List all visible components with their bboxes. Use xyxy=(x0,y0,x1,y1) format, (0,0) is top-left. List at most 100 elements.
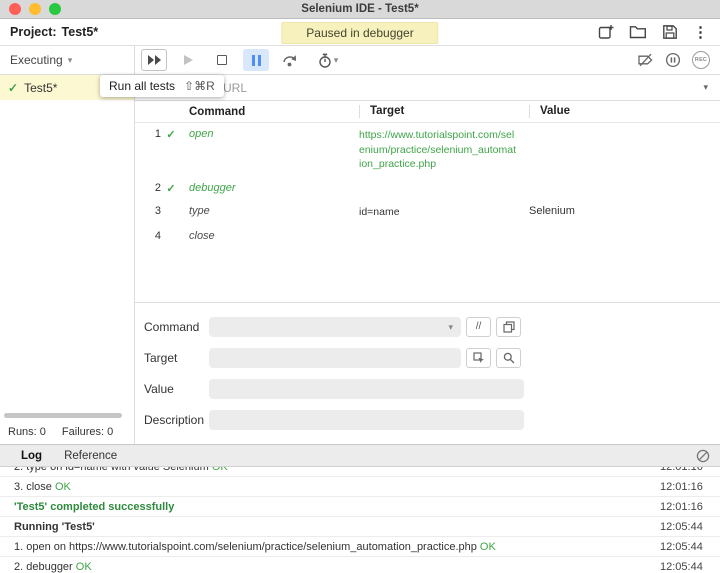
playback-toolbar: ▾ REC xyxy=(135,46,720,75)
value-field-label: Value xyxy=(144,381,174,396)
header-actions: ⋮ xyxy=(598,24,720,40)
row-executed-check-icon: ✓ xyxy=(166,183,176,196)
stop-button[interactable] xyxy=(209,49,235,71)
horizontal-scrollbar[interactable] xyxy=(4,413,122,418)
commands-table: Command Target Value 1 ✓ open https://ww… xyxy=(135,101,720,303)
description-input[interactable] xyxy=(209,409,524,430)
target-input[interactable] xyxy=(209,347,461,368)
log-ok: OK xyxy=(72,560,92,573)
log-text: 3. close xyxy=(14,480,52,493)
project-title: Project: Test5* xyxy=(0,25,98,39)
project-label: Project: xyxy=(10,25,57,39)
command-select[interactable]: ▾ xyxy=(209,316,461,337)
save-project-button[interactable] xyxy=(662,24,678,40)
log-entry: Running 'Test5' xyxy=(0,521,660,533)
windows-icon xyxy=(502,320,515,333)
log-entry: 'Test5' completed successfully xyxy=(0,501,660,513)
pause-on-exceptions-button[interactable] xyxy=(665,52,681,68)
log-panel: Log Reference 2. type on id=name with va… xyxy=(0,444,720,573)
log-row: Running 'Test5' 12:05:44 xyxy=(0,517,720,537)
row-value: Selenium xyxy=(529,205,575,218)
pause-button[interactable] xyxy=(243,49,269,71)
xpath-toggle-button[interactable]: // xyxy=(466,316,491,337)
row-number: 4 xyxy=(154,229,161,242)
log-entry: 2. debugger OK xyxy=(0,561,660,573)
row-command: type xyxy=(189,205,210,218)
table-row[interactable]: 1 ✓ open https://www.tutorialspoint.com/… xyxy=(135,123,720,177)
new-test-button[interactable] xyxy=(598,24,614,40)
project-name: Test5* xyxy=(61,25,99,39)
runs-count: Runs: 0 xyxy=(8,426,46,438)
log-row: 2. type on id=name with value Selenium O… xyxy=(0,467,720,477)
log-text: 'Test5' completed successfully xyxy=(14,500,175,513)
minimize-window-button[interactable] xyxy=(29,3,41,15)
close-window-button[interactable] xyxy=(9,3,21,15)
log-ok: OK xyxy=(51,480,71,493)
run-all-icon xyxy=(147,54,162,66)
zoom-window-button[interactable] xyxy=(49,3,61,15)
tooltip-label: Run all tests xyxy=(109,79,176,93)
chevron-down-icon: ▾ xyxy=(67,54,73,65)
chevron-down-icon: ▾ xyxy=(448,321,453,332)
url-history-chevron-down-icon[interactable]: ▾ xyxy=(703,82,708,93)
play-icon xyxy=(183,54,194,66)
more-menu-button[interactable]: ⋮ xyxy=(693,25,708,40)
description-field-label: Description xyxy=(144,412,205,427)
disable-breakpoints-button[interactable] xyxy=(637,53,654,67)
log-row: 3. close OK 12:01:16 xyxy=(0,477,720,497)
open-project-button[interactable] xyxy=(629,25,647,39)
failures-count: Failures: 0 xyxy=(61,426,114,438)
folder-icon xyxy=(629,25,647,39)
column-header-value: Value xyxy=(529,105,720,118)
row-number: 3 xyxy=(154,205,161,218)
tab-reference[interactable]: Reference xyxy=(53,450,128,462)
paused-in-debugger-badge: Paused in debugger xyxy=(281,22,439,44)
row-command: debugger xyxy=(189,182,236,195)
table-row[interactable]: 4 close xyxy=(135,225,720,247)
log-text: 2. type on id=name with value Selenium xyxy=(14,467,209,473)
table-row[interactable]: 3 type id=name Selenium xyxy=(135,200,720,225)
step-over-button[interactable] xyxy=(277,49,303,71)
run-all-tests-tooltip: Run all tests ⇧⌘R xyxy=(100,75,224,97)
new-file-icon xyxy=(598,24,614,40)
tests-sidebar: Executing ▾ ✓ Test5* Runs: 0 Failures: 0 xyxy=(0,46,135,444)
test-passed-check-icon: ✓ xyxy=(8,80,19,95)
run-all-tests-button[interactable] xyxy=(141,49,167,71)
project-header: Project: Test5* Paused in debugger ⋮ xyxy=(0,19,720,46)
run-stats: Runs: 0 Failures: 0 xyxy=(8,426,113,438)
record-button[interactable]: REC xyxy=(692,51,710,69)
tab-log[interactable]: Log xyxy=(10,450,53,462)
value-field-row: Value xyxy=(144,378,720,399)
select-target-button[interactable] xyxy=(466,347,491,368)
log-row: 'Test5' completed successfully 12:01:16 xyxy=(0,497,720,517)
main-area: Executing ▾ ✓ Test5* Runs: 0 Failures: 0 xyxy=(0,46,720,444)
table-row[interactable]: 2 ✓ debugger xyxy=(135,177,720,200)
pause-on-exceptions-icon xyxy=(665,52,681,68)
open-reference-button[interactable] xyxy=(496,316,521,337)
test-speed-button[interactable]: ▾ xyxy=(311,49,345,71)
log-time: 12:01:16 xyxy=(660,500,703,513)
value-input[interactable] xyxy=(209,378,524,399)
clear-log-button[interactable] xyxy=(696,449,710,463)
command-field-row: Command ▾ // xyxy=(144,316,720,337)
rec-label: REC xyxy=(694,57,708,63)
row-executed-check-icon: ✓ xyxy=(166,129,176,141)
log-text: 1. open on https://www.tutorialspoint.co… xyxy=(14,540,477,553)
log-panel-tabs: Log Reference xyxy=(0,445,720,467)
log-row: 2. debugger OK 12:05:44 xyxy=(0,557,720,573)
command-field-label: Command xyxy=(144,319,200,334)
row-number: 2 xyxy=(154,182,161,195)
log-body: 2. type on id=name with value Selenium O… xyxy=(0,467,720,573)
row-target: https://www.tutorialspoint.com/selenium/… xyxy=(359,129,516,171)
log-entry: 1. open on https://www.tutorialspoint.co… xyxy=(0,541,660,553)
select-target-icon xyxy=(472,351,485,364)
target-field-row: Target xyxy=(144,347,720,368)
target-field-label: Target xyxy=(144,350,178,365)
run-current-test-button[interactable] xyxy=(175,49,201,71)
column-header-target: Target xyxy=(359,105,529,118)
tests-filter-dropdown[interactable]: Executing ▾ xyxy=(0,46,134,75)
toolbar-right-actions: REC xyxy=(637,51,720,69)
selenium-ide-window: Selenium IDE - Test5* Project: Test5* Pa… xyxy=(0,0,720,573)
command-editor: Command ▾ // Target Value Description xyxy=(135,303,720,444)
find-target-button[interactable] xyxy=(496,347,521,368)
